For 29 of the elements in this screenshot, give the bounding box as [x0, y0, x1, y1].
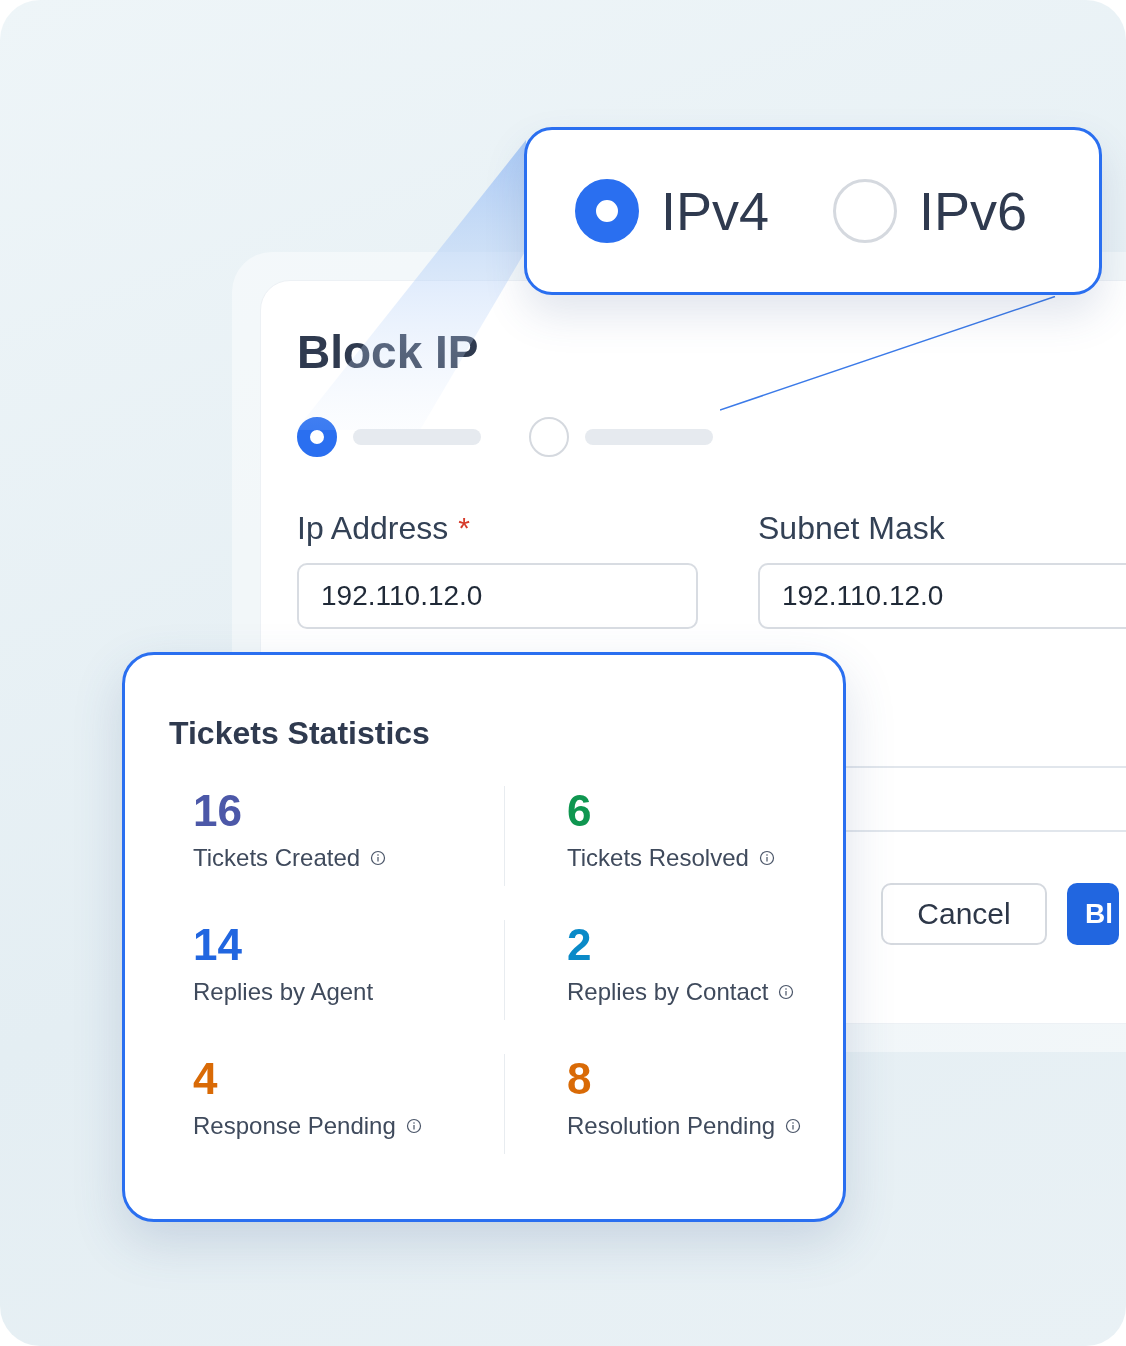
info-icon[interactable] — [778, 984, 795, 1000]
stat-label: Tickets Resolved — [567, 844, 749, 872]
info-icon[interactable] — [758, 850, 775, 866]
option-label: IPv6 — [919, 180, 1028, 242]
stat-value: 16 — [193, 786, 243, 836]
stat-value: 2 — [567, 920, 593, 970]
stat-label: Tickets Created — [193, 844, 361, 872]
stat-label: Resolution Pending — [567, 1112, 776, 1140]
stat-value: 4 — [193, 1054, 219, 1104]
field-label: Ip Address — [297, 509, 449, 547]
stats-title: Tickets Statistics — [169, 715, 431, 752]
block-button[interactable]: Bl — [1067, 883, 1119, 945]
info-icon[interactable] — [370, 850, 387, 866]
radio-button[interactable] — [575, 179, 639, 243]
input-field[interactable]: 192.110.12.0 — [297, 563, 698, 629]
form-title: Block IP — [297, 325, 480, 379]
stat-value: 6 — [567, 786, 593, 836]
stat-value: 14 — [193, 920, 243, 970]
stat-value: 8 — [567, 1054, 593, 1104]
required-mark: * — [458, 511, 470, 545]
stat-label: Replies by Agent — [193, 978, 374, 1006]
info-icon[interactable] — [405, 1118, 422, 1134]
input-field[interactable]: 192.110.12.0 — [758, 563, 1126, 629]
stat-label: Response Pending — [193, 1112, 396, 1140]
field-label: Subnet Mask — [758, 509, 945, 547]
option-label: IPv4 — [661, 180, 770, 242]
cancel-button[interactable]: Cancel — [881, 883, 1047, 945]
info-icon[interactable] — [785, 1118, 802, 1134]
stat-label: Replies by Contact — [567, 978, 769, 1006]
